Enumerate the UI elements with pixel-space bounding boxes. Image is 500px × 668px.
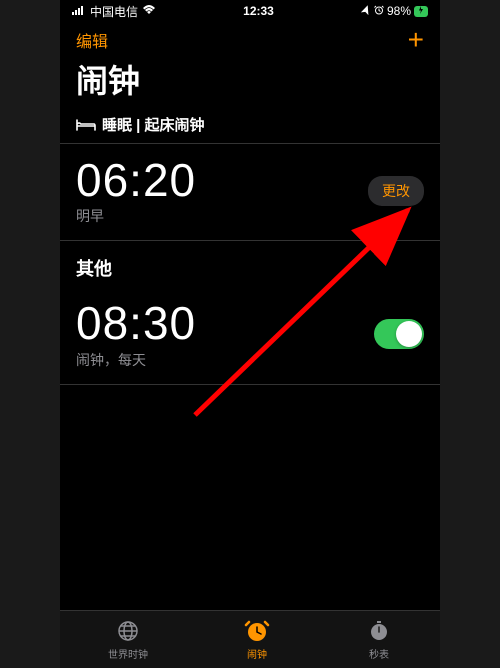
alarm-status-icon: [374, 4, 384, 18]
other-alarm-row: 08:30 闹钟，每天: [60, 287, 440, 384]
toggle-knob: [396, 321, 422, 347]
sleep-header-label: 睡眠 | 起床闹钟: [102, 114, 205, 135]
other-alarm-content: 08:30 闹钟，每天: [76, 299, 374, 369]
edit-button[interactable]: 编辑: [76, 28, 108, 52]
other-alarm-subtitle: 闹钟，每天: [76, 350, 374, 370]
sleep-section-header: 睡眠 | 起床闹钟: [60, 110, 440, 144]
tab-stopwatch[interactable]: 秒表: [366, 618, 392, 661]
tab-stopwatch-label: 秒表: [369, 646, 389, 661]
nav-bar: 编辑 +: [60, 22, 440, 54]
stopwatch-icon: [366, 618, 392, 644]
phone-screen: 中国电信 12:33 98% 编辑 + 闹钟 睡眠 | 起床闹钟: [60, 0, 440, 668]
signal-icon: [72, 4, 86, 18]
add-button[interactable]: +: [408, 26, 424, 54]
tab-alarm[interactable]: 闹钟: [244, 618, 270, 661]
status-bar: 中国电信 12:33 98%: [60, 0, 440, 22]
tab-bar: 世界时钟 闹钟 秒表: [60, 610, 440, 668]
tab-worldclock[interactable]: 世界时钟: [108, 618, 148, 661]
battery-label: 98%: [387, 4, 411, 18]
alarm-clock-icon: [244, 618, 270, 644]
sleep-alarm-time: 06:20: [76, 156, 368, 204]
battery-icon: [414, 6, 428, 17]
change-button[interactable]: 更改: [368, 176, 424, 206]
globe-icon: [115, 618, 141, 644]
status-right: 98%: [361, 4, 428, 18]
carrier-label: 中国电信: [90, 3, 138, 20]
status-left: 中国电信: [72, 3, 156, 20]
sleep-alarm-subtitle: 明早: [76, 206, 368, 226]
bed-icon: [76, 118, 96, 132]
other-section-header: 其他: [60, 241, 440, 287]
status-time: 12:33: [243, 4, 274, 18]
page-title: 闹钟: [60, 54, 440, 110]
wifi-icon: [142, 4, 156, 18]
alarm-toggle[interactable]: [374, 319, 424, 349]
location-icon: [361, 4, 371, 18]
sleep-alarm-content: 06:20 明早: [76, 156, 368, 226]
sleep-alarm-row: 06:20 明早 更改: [60, 144, 440, 241]
other-alarm-time: 08:30: [76, 299, 374, 347]
tab-worldclock-label: 世界时钟: [108, 646, 148, 661]
tab-alarm-label: 闹钟: [247, 646, 267, 661]
